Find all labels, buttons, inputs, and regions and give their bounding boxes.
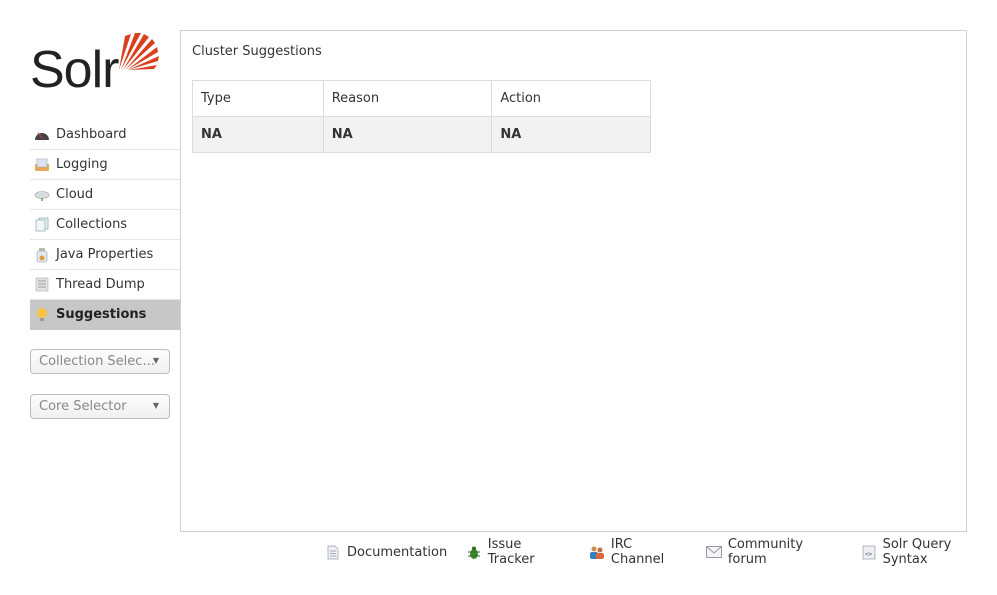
sidebar-item-label: Thread Dump <box>56 277 145 292</box>
svg-text:<>: <> <box>865 551 873 558</box>
sidebar-item-logging[interactable]: Logging <box>30 150 181 180</box>
column-header-action: Action <box>491 80 651 117</box>
sidebar-item-label: Dashboard <box>56 127 127 142</box>
sidebar-item-dashboard[interactable]: Dashboard <box>30 120 181 150</box>
table-row: NA NA NA <box>192 116 651 153</box>
chevron-down-icon: ▼ <box>152 356 159 365</box>
sidebar-item-label: Suggestions <box>56 307 147 322</box>
core-selector-value: Core Selector <box>39 399 127 414</box>
solr-sunburst-icon <box>119 33 159 70</box>
footer-link-label: Community forum <box>727 537 804 567</box>
lightbulb-icon <box>34 307 50 323</box>
footer-link-label: IRC Channel <box>610 537 665 567</box>
footer-link-label: Documentation <box>347 544 448 560</box>
sidebar-item-label: Cloud <box>56 187 94 202</box>
core-selector[interactable]: Core Selector ▼ <box>30 394 170 419</box>
collection-selector-value: Collection Selec... <box>39 354 155 369</box>
footer-links: Documentation Issue Tracker IRC Channel … <box>325 537 997 567</box>
java-properties-icon <box>34 247 50 263</box>
table-header-row: Type Reason Action <box>192 80 651 117</box>
users-icon <box>589 544 605 560</box>
footer-link-issue-tracker[interactable]: Issue Tracker <box>466 537 570 567</box>
sidebar-item-label: Java Properties <box>56 247 154 262</box>
document-icon <box>325 544 341 560</box>
footer-link-solr-query-syntax[interactable]: <> Solr Query Syntax <box>861 537 997 567</box>
column-header-type: Type <box>192 80 324 117</box>
sidebar-item-java-properties[interactable]: Java Properties <box>30 240 181 270</box>
collection-selector[interactable]: Collection Selec... ▼ <box>30 349 170 374</box>
cell-type: NA <box>192 116 324 153</box>
footer-link-community-forum[interactable]: Community forum <box>705 537 842 567</box>
bug-icon <box>466 544 482 560</box>
chevron-down-icon: ▼ <box>152 401 159 410</box>
sidebar-item-thread-dump[interactable]: Thread Dump <box>30 270 181 300</box>
logging-icon <box>34 157 50 173</box>
sidebar-item-collections[interactable]: Collections <box>30 210 181 240</box>
footer-link-documentation[interactable]: Documentation <box>325 544 447 560</box>
footer-link-label: Solr Query Syntax <box>882 537 952 567</box>
footer-link-irc-channel[interactable]: IRC Channel <box>589 537 687 567</box>
cloud-icon <box>34 187 50 203</box>
sidebar-menu: Dashboard Logging Cloud Collections Java… <box>30 120 181 330</box>
logo-wordmark: Solr <box>30 41 119 99</box>
footer-link-label: Issue Tracker <box>487 537 535 567</box>
dashboard-icon <box>34 127 50 143</box>
collections-icon <box>34 217 50 233</box>
suggestions-table: Type Reason Action NA NA NA <box>192 80 651 153</box>
sidebar-item-label: Collections <box>56 217 128 232</box>
query-syntax-icon: <> <box>861 544 877 560</box>
column-header-reason: Reason <box>322 80 493 117</box>
sidebar-item-cloud[interactable]: Cloud <box>30 180 181 210</box>
main-content: Cluster Suggestions Type Reason Action N… <box>180 30 967 532</box>
cell-action: NA <box>491 116 651 153</box>
sidebar-item-label: Logging <box>56 157 108 172</box>
thread-dump-icon <box>34 277 50 293</box>
solr-logo[interactable]: Solr <box>30 30 160 100</box>
sidebar-item-suggestions[interactable]: Suggestions <box>30 300 181 330</box>
mail-icon <box>705 544 722 560</box>
cell-reason: NA <box>322 116 493 153</box>
page-title: Cluster Suggestions <box>192 44 322 59</box>
